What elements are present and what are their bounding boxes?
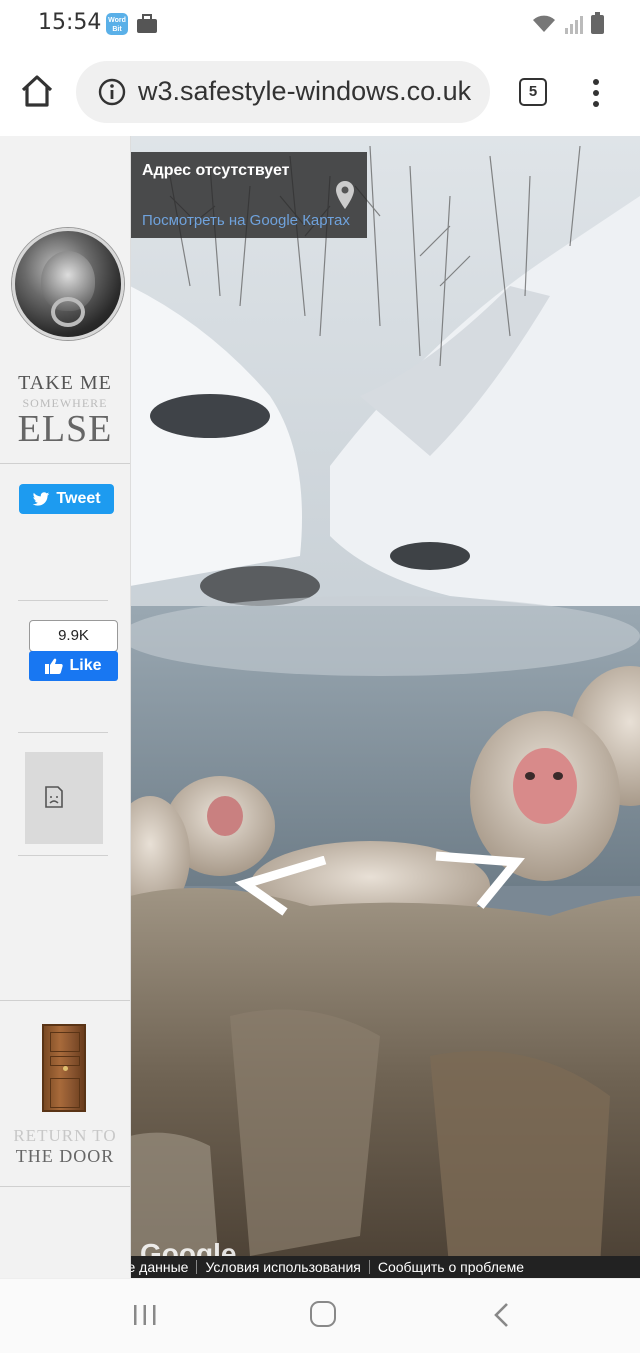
- lion-door-knocker-logo[interactable]: [12, 228, 124, 340]
- wifi-icon: [533, 15, 555, 32]
- map-pin-icon[interactable]: [335, 180, 355, 210]
- android-nav-bar: [0, 1278, 640, 1353]
- nav-arrow-left[interactable]: [235, 856, 335, 916]
- tweet-button[interactable]: Tweet: [19, 484, 114, 514]
- return-line2: THE DOOR: [15, 1146, 115, 1166]
- facebook-like-widget[interactable]: 9.9K Like: [29, 620, 118, 681]
- sidebar-divider: [0, 1186, 130, 1187]
- door-panel: [50, 1078, 80, 1108]
- sidebar-divider: [18, 855, 108, 856]
- door-panel: [50, 1056, 80, 1066]
- street-view-panorama[interactable]: [130, 136, 640, 1278]
- twitter-bird-icon: [33, 491, 50, 506]
- like-button[interactable]: Like: [29, 651, 118, 681]
- address-info-card: Адрес отсутствует Посмотреть на Google К…: [130, 152, 367, 238]
- tweet-label: Tweet: [56, 490, 101, 507]
- tabs-button[interactable]: 5: [519, 78, 547, 106]
- return-line1: RETURN TO: [13, 1126, 117, 1145]
- info-card-title: Адрес отсутствует: [142, 162, 290, 179]
- take-me-line1: TAKE ME: [18, 372, 112, 394]
- like-count: 9.9K: [29, 620, 118, 656]
- home-nav-icon[interactable]: [310, 1301, 336, 1327]
- sidebar-divider: [18, 732, 108, 733]
- status-icons: [531, 12, 604, 34]
- take-me-line3: ELSE: [17, 408, 113, 450]
- address-bar[interactable]: w3.safestyle-windows.co.uk: [76, 61, 490, 123]
- take-me-somewhere-else-link[interactable]: TAKE ME SOMEWHERE ELSE: [0, 372, 130, 450]
- nav-arrow-right[interactable]: [430, 848, 526, 912]
- return-to-door-link[interactable]: RETURN TO THE DOOR: [0, 1126, 130, 1166]
- panorama-image: [130, 136, 640, 1278]
- back-icon[interactable]: [490, 1301, 514, 1329]
- door-knob: [63, 1066, 68, 1071]
- battery-icon: [591, 12, 604, 34]
- briefcase-icon: [137, 14, 157, 33]
- knocker-ring: [51, 297, 85, 327]
- sidebar-divider: [0, 1000, 130, 1001]
- sidebar-divider: [0, 463, 130, 464]
- broken-image-placeholder: [25, 752, 103, 844]
- like-label: Like: [69, 657, 102, 674]
- map-footer: Картографические данные Условия использо…: [130, 1256, 640, 1278]
- info-icon[interactable]: [98, 78, 126, 106]
- door-panel: [50, 1032, 80, 1052]
- door-icon[interactable]: [42, 1024, 86, 1112]
- browser-toolbar: w3.safestyle-windows.co.uk 5: [0, 48, 640, 137]
- report-problem-link[interactable]: Сообщить о проблеме: [370, 1259, 532, 1275]
- more-menu-icon[interactable]: [588, 78, 604, 108]
- home-icon[interactable]: [18, 72, 56, 110]
- terms-link[interactable]: Условия использования: [197, 1259, 368, 1275]
- view-on-google-maps-link[interactable]: Посмотреть на Google Картах: [142, 212, 350, 229]
- status-time: 15:54: [38, 10, 102, 35]
- wordbit-app-icon: Word Bit: [106, 13, 128, 35]
- signal-icon: [565, 16, 583, 34]
- map-data-link[interactable]: Картографические данные: [130, 1259, 196, 1275]
- broken-image-icon: [45, 786, 63, 808]
- thumbs-up-icon: [45, 658, 64, 674]
- status-bar: 15:54 Word Bit: [0, 0, 640, 48]
- recent-apps-icon[interactable]: [132, 1303, 158, 1327]
- sidebar-divider: [18, 600, 108, 601]
- sidebar: TAKE ME SOMEWHERE ELSE Tweet 9.9K Like R…: [0, 136, 131, 1278]
- url-text[interactable]: w3.safestyle-windows.co.uk: [138, 76, 471, 107]
